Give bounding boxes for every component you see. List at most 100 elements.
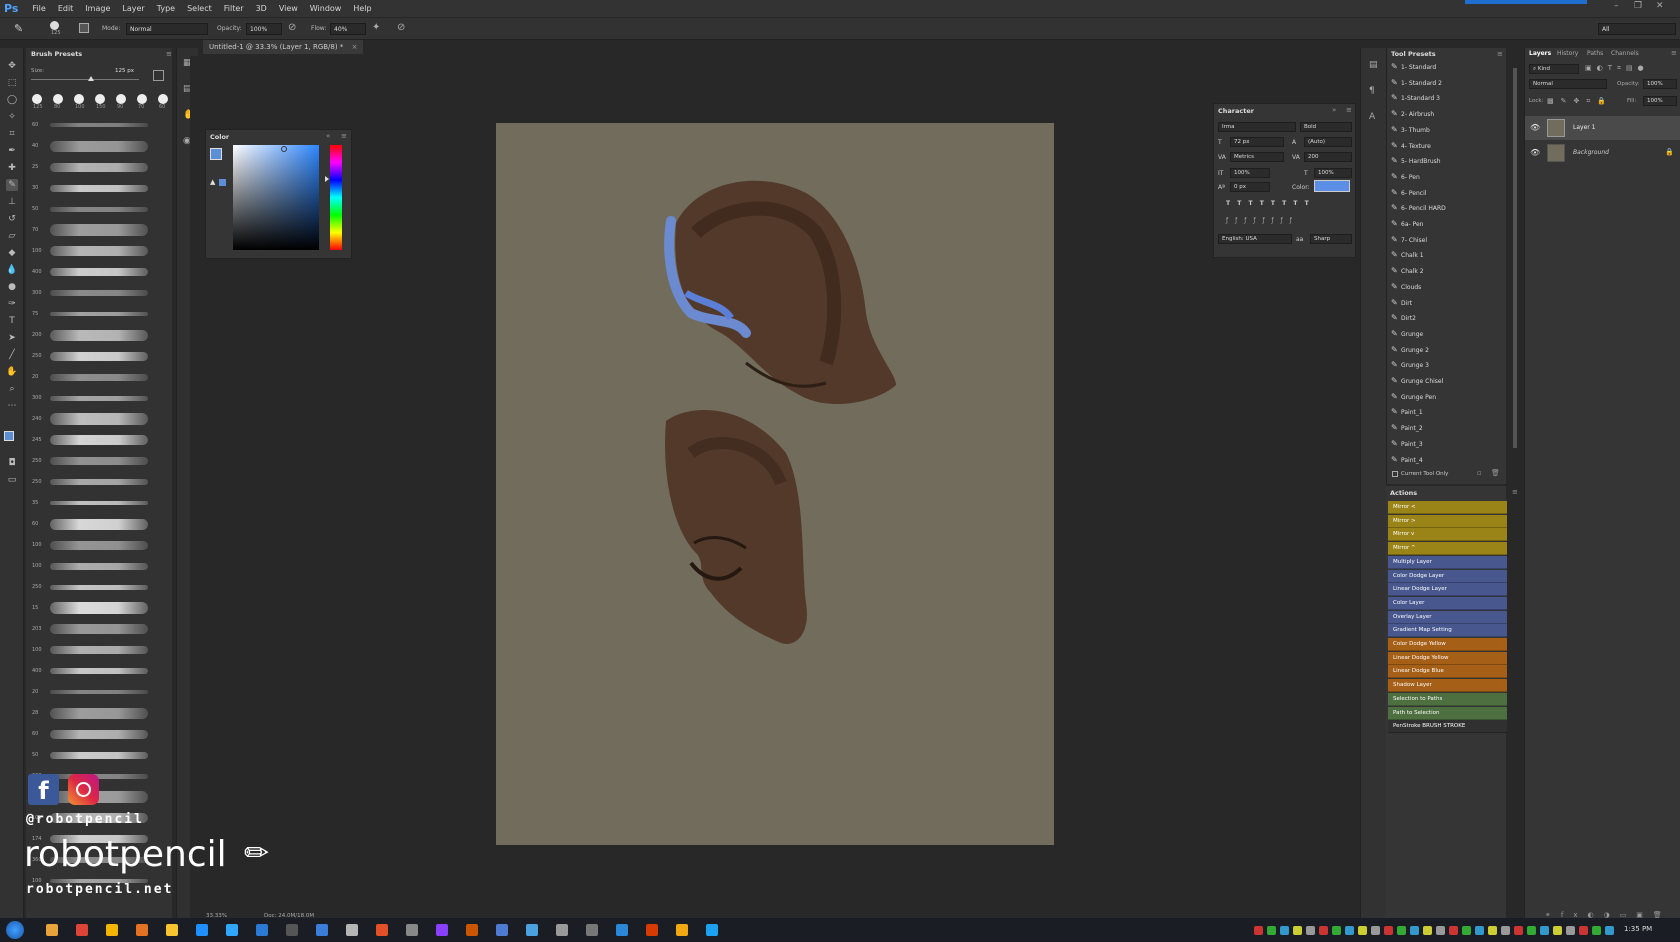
tray-icon[interactable] [1267, 926, 1276, 935]
brush-preset-item[interactable] [50, 312, 148, 316]
tool-preset-item[interactable]: ✎ 4- Texture [1391, 138, 1431, 153]
pressure-opacity-icon[interactable]: ⊘ [288, 22, 296, 33]
tool-preset-item[interactable]: ✎ Paint_4 [1391, 452, 1423, 467]
brush-tool-icon[interactable]: ✎ [6, 179, 18, 191]
visibility-eye-icon[interactable]: 👁 [1530, 148, 1540, 157]
tray-icon[interactable] [1527, 926, 1536, 935]
tray-icon[interactable] [1280, 926, 1289, 935]
tray-icon[interactable] [1358, 926, 1367, 935]
history-brush-tool-icon[interactable]: ↺ [6, 213, 18, 225]
taskbar-app-icon[interactable] [256, 924, 268, 936]
tray-icon[interactable] [1553, 926, 1562, 935]
new-preset-icon[interactable]: ▫ [1477, 469, 1482, 477]
menu-layer[interactable]: Layer [122, 4, 144, 13]
brush-preset-item[interactable] [50, 290, 148, 296]
action-button[interactable]: Color Dodge Yellow [1388, 638, 1507, 651]
screen-mode-icon[interactable]: ▭ [6, 474, 18, 486]
preset-scrollbar[interactable] [1513, 68, 1517, 448]
tray-icon[interactable] [1566, 926, 1575, 935]
layer-row-layer1[interactable]: 👁 Layer 1 [1525, 116, 1680, 140]
tray-icon[interactable] [1540, 926, 1549, 935]
brush-preset-item[interactable] [50, 206, 148, 212]
tool-preset-item[interactable]: ✎ 1- Standard [1391, 59, 1436, 74]
saturation-brightness-field[interactable] [233, 145, 319, 250]
brush-preset-item[interactable] [50, 501, 148, 505]
visibility-eye-icon[interactable]: 👁 [1530, 123, 1540, 132]
brush-preset-item[interactable] [50, 751, 148, 759]
horizontal-scale-input[interactable]: 100% [1314, 168, 1352, 178]
taskbar-app-icon[interactable] [226, 924, 238, 936]
action-button[interactable]: Path to Selection [1388, 706, 1507, 720]
action-button[interactable]: Multiply Layer [1388, 555, 1507, 569]
color-picker-cursor[interactable] [281, 146, 287, 152]
character-icon[interactable]: A [1369, 112, 1375, 122]
action-button[interactable]: Gradient Map Setting [1388, 624, 1507, 638]
action-button[interactable]: PenStroke BRUSH STROKE [1388, 720, 1507, 734]
tray-icon[interactable] [1293, 926, 1302, 935]
tray-icon[interactable] [1345, 926, 1354, 935]
opacity-input[interactable]: 100% [246, 23, 282, 35]
action-button[interactable]: Linear Dodge Yellow [1388, 651, 1507, 665]
tray-icon[interactable] [1254, 926, 1263, 935]
action-button[interactable]: Mirror ^ [1388, 542, 1507, 556]
menu-edit[interactable]: Edit [58, 4, 74, 13]
type-tool-icon[interactable]: T [6, 315, 18, 327]
panel-menu-icon[interactable]: ≡ [341, 132, 347, 140]
taskbar-app-icon[interactable] [106, 924, 118, 936]
brush-preset-item[interactable] [50, 690, 148, 694]
menu-image[interactable]: Image [85, 4, 110, 13]
action-button[interactable]: Mirror > [1388, 514, 1507, 528]
action-button[interactable]: Linear Dodge Blue [1388, 665, 1507, 679]
vertical-scale-input[interactable]: 100% [1230, 168, 1270, 178]
tray-icon[interactable] [1501, 926, 1510, 935]
brush-preset-item[interactable] [50, 518, 148, 530]
brush-preset-item[interactable] [50, 351, 148, 361]
menu-filter[interactable]: Filter [224, 4, 244, 13]
taskbar-app-icon[interactable] [466, 924, 478, 936]
tool-preset-item[interactable]: ✎ 1- Standard 2 [1391, 75, 1442, 90]
tool-preset-item[interactable]: ✎ 7- Chisel [1391, 232, 1427, 247]
foreground-color-swatch[interactable] [4, 431, 14, 441]
layer-name[interactable]: Background [1573, 149, 1609, 156]
healing-tool-icon[interactable]: ✚ [6, 162, 18, 174]
tool-preset-item[interactable]: ✎ Clouds [1391, 279, 1421, 294]
tool-preset-item[interactable]: ✎ 1-Standard 3 [1391, 90, 1440, 105]
quick-select-tool-icon[interactable]: ✧ [6, 111, 18, 123]
action-button[interactable]: Overlay Layer [1388, 610, 1507, 624]
action-button[interactable]: Mirror v [1388, 528, 1507, 542]
tray-icon[interactable] [1449, 926, 1458, 935]
tool-preset-item[interactable]: ✎ Dirt2 [1391, 310, 1416, 325]
tray-icon[interactable] [1488, 926, 1497, 935]
menu-select[interactable]: Select [187, 4, 212, 13]
action-button[interactable]: Color Layer [1388, 596, 1507, 610]
font-size-input[interactable]: 72 px [1230, 137, 1284, 147]
brush-preset-item[interactable] [50, 140, 148, 152]
tool-preset-item[interactable]: ✎ 6- Pencil HARD [1391, 200, 1446, 215]
tool-preset-item[interactable]: ✎ Grunge [1391, 326, 1423, 341]
brush-preset-item[interactable] [50, 707, 148, 719]
tool-preset-item[interactable]: ✎ 6- Pencil [1391, 185, 1426, 200]
panel-menu-icon[interactable]: ≡ [1346, 106, 1352, 114]
pen-tool-icon[interactable]: ✑ [6, 298, 18, 310]
brush-preset-item[interactable] [50, 435, 148, 445]
dodge-tool-icon[interactable]: ● [6, 281, 18, 293]
brush-preset-item[interactable] [50, 602, 148, 614]
tool-preset-item[interactable]: ✎ Grunge 3 [1391, 357, 1429, 372]
brush-preset-item[interactable] [50, 329, 148, 341]
brush-tip-3[interactable] [95, 94, 105, 104]
collapse-icon[interactable]: « [326, 132, 330, 140]
tray-icon[interactable] [1605, 926, 1614, 935]
brush-preset-item[interactable] [50, 246, 148, 256]
brush-tip-5[interactable] [137, 94, 147, 104]
tool-preset-item[interactable]: ✎ Grunge Pen [1391, 389, 1436, 404]
layer-filter-icons[interactable]: ▣◐T⌗▤● [1585, 64, 1649, 73]
brush-preset-item[interactable] [50, 268, 148, 276]
antialias-dropdown[interactable]: Sharp [1310, 234, 1352, 244]
panel-menu-icon[interactable]: ≡ [1512, 488, 1518, 496]
tool-preset-item[interactable]: ✎ 6a- Pen [1391, 216, 1423, 231]
hue-slider-handle[interactable] [325, 176, 329, 182]
blend-mode-dropdown[interactable]: Normal [1529, 79, 1607, 89]
taskbar-app-icon[interactable] [556, 924, 568, 936]
pressure-size-icon[interactable]: ⊘ [397, 22, 405, 33]
brush-tool-icon[interactable]: ✎ [14, 22, 23, 35]
